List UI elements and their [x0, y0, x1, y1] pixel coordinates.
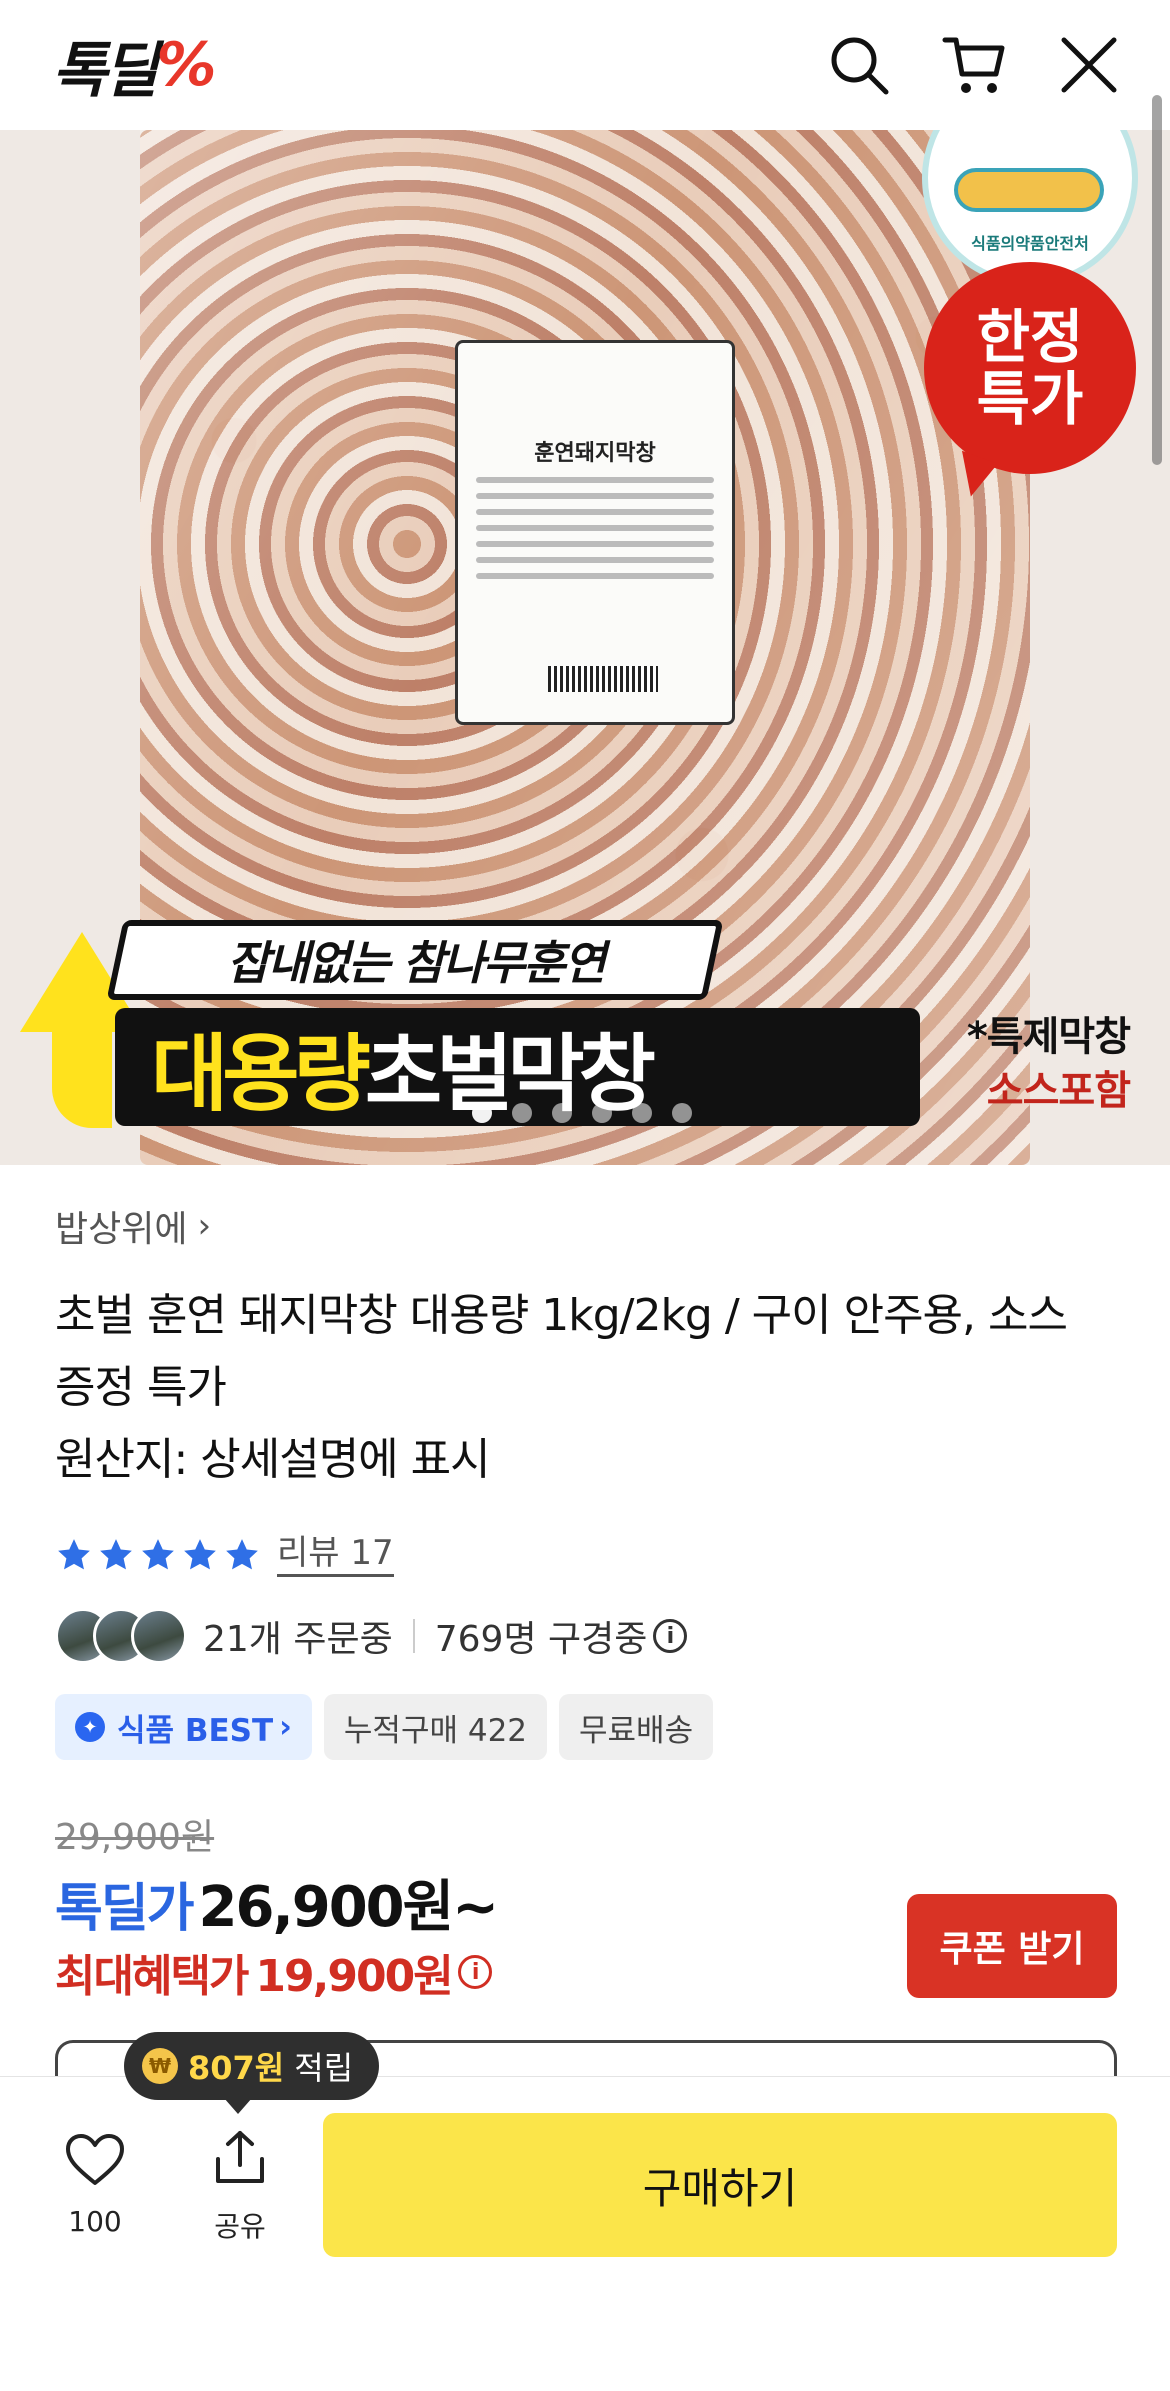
tag-food-best[interactable]: ✦ 식품 BEST ›	[55, 1694, 312, 1760]
star-badge-icon: ✦	[75, 1712, 105, 1742]
rating-row: 리뷰 17	[55, 1532, 394, 1577]
viewers-count: 769명 구경중	[434, 1619, 648, 1660]
share-button[interactable]: 공유	[200, 2129, 280, 2245]
top-header: 톡딜 %	[0, 0, 1170, 130]
points-tooltip: ₩ 807원 적립	[124, 2032, 380, 2114]
store-link[interactable]: 밥상위에 ›	[55, 1200, 1115, 1252]
carousel-dot[interactable]	[552, 1103, 572, 1123]
haccp-text: 식품의약품안전처	[971, 234, 1089, 253]
chevron-right-icon: ›	[197, 1206, 212, 1246]
points-suffix: 적립	[294, 2049, 354, 2087]
social-proof-row: 21개 주문중 769명 구경중 i	[55, 1608, 688, 1664]
star-icon	[58, 1538, 90, 1569]
star-icon	[100, 1538, 132, 1569]
tag-label: 누적구매 422	[343, 1712, 528, 1749]
original-price: 29,900원	[55, 1817, 215, 1858]
note-line1: *특제막창	[966, 1014, 1131, 1060]
max-benefit-label: 최대혜택가	[55, 1951, 249, 2002]
logo-text: 톡딜	[52, 35, 158, 106]
max-benefit-value: 19,900원	[255, 1951, 453, 2002]
badge-line2: 특가	[976, 365, 1084, 433]
tag-label: 식품 BEST	[117, 1712, 274, 1749]
package-label: 훈연돼지막창	[455, 340, 735, 725]
logo-percent-mark: %	[156, 30, 216, 100]
sauce-included-note: *특제막창 소스포함	[966, 1010, 1131, 1118]
star-icon	[184, 1538, 216, 1569]
carousel-dot[interactable]	[512, 1103, 532, 1123]
star-icon	[226, 1538, 258, 1569]
product-title: 초벌 훈연 돼지막창 대용량 1kg/2kg / 구이 안주용, 소스 증정 특…	[55, 1290, 1068, 1413]
points-amount: 807원	[188, 2049, 285, 2087]
orders-count: 21개 주문중	[203, 1619, 393, 1660]
banner-subtitle: 잡내없는 참나무훈연	[226, 936, 604, 990]
limited-special-badge: 한정 특가	[924, 262, 1136, 474]
star-icon	[142, 1538, 174, 1569]
package-label-title: 훈연돼지막창	[534, 441, 656, 466]
carousel-dot[interactable]	[592, 1103, 612, 1123]
bottom-action-bar: 100 공유 구매하기	[0, 2076, 1170, 2391]
cart-icon[interactable]	[942, 34, 1008, 96]
info-icon[interactable]: i	[457, 1955, 492, 1989]
reviews-link[interactable]: 리뷰 17	[277, 1532, 394, 1577]
close-icon[interactable]	[1060, 36, 1118, 94]
buy-button[interactable]: 구매하기	[323, 2113, 1117, 2257]
carousel-dot[interactable]	[632, 1103, 652, 1123]
barcode	[548, 666, 658, 692]
deal-price: 톡딜가 26,900원~	[55, 1862, 500, 1943]
note-line2: 소스포함	[986, 1068, 1131, 1114]
tag-label: 무료배송	[579, 1712, 694, 1749]
deal-price-value: 26,900원~	[198, 1875, 500, 1940]
like-count: 100	[68, 2205, 122, 2238]
page-scrollbar[interactable]	[1152, 95, 1162, 465]
heart-icon	[66, 2134, 124, 2185]
share-label: 공유	[214, 2210, 266, 2243]
store-name: 밥상위에	[55, 1209, 188, 1250]
product-tags: ✦ 식품 BEST › 누적구매 422 무료배송	[55, 1694, 714, 1760]
talkdeal-logo[interactable]: 톡딜 %	[52, 22, 217, 109]
product-info: 밥상위에 › 초벌 훈연 돼지막창 대용량 1kg/2kg / 구이 안주용, …	[55, 1200, 1115, 1496]
star-rating	[55, 1536, 261, 1574]
max-benefit-price: 최대혜택가 19,900원 i	[55, 1940, 492, 2004]
product-image-carousel[interactable]: 훈연돼지막창 식품의약품안전처 한정 특가 잡내없는 참나무훈연 대용량 초벌막…	[0, 130, 1170, 1165]
coin-icon: ₩	[142, 2048, 178, 2084]
buyer-avatars	[55, 1608, 187, 1664]
banner-main-yellow: 대용량	[151, 1024, 371, 1123]
carousel-dot[interactable]	[472, 1103, 492, 1123]
carousel-dots[interactable]	[472, 1103, 692, 1123]
get-coupon-button[interactable]: 쿠폰 받기	[907, 1894, 1117, 1998]
banner-subtitle-box: 잡내없는 참나무훈연	[106, 920, 724, 1000]
deal-price-label: 톡딜가	[55, 1879, 195, 1939]
divider	[412, 1619, 415, 1653]
badge-line1: 한정	[976, 303, 1084, 371]
tag-cumulative-purchases: 누적구매 422	[323, 1694, 548, 1760]
info-icon[interactable]: i	[653, 1619, 688, 1653]
chevron-right-icon: ›	[279, 1709, 292, 1745]
share-icon	[216, 2131, 264, 2183]
carousel-dot[interactable]	[672, 1103, 692, 1123]
search-icon[interactable]	[828, 34, 890, 96]
avatar	[131, 1608, 187, 1664]
tag-free-shipping: 무료배송	[559, 1694, 714, 1760]
product-origin: 원산지: 상세설명에 표시	[55, 1434, 491, 1485]
like-button[interactable]: 100	[55, 2133, 135, 2238]
